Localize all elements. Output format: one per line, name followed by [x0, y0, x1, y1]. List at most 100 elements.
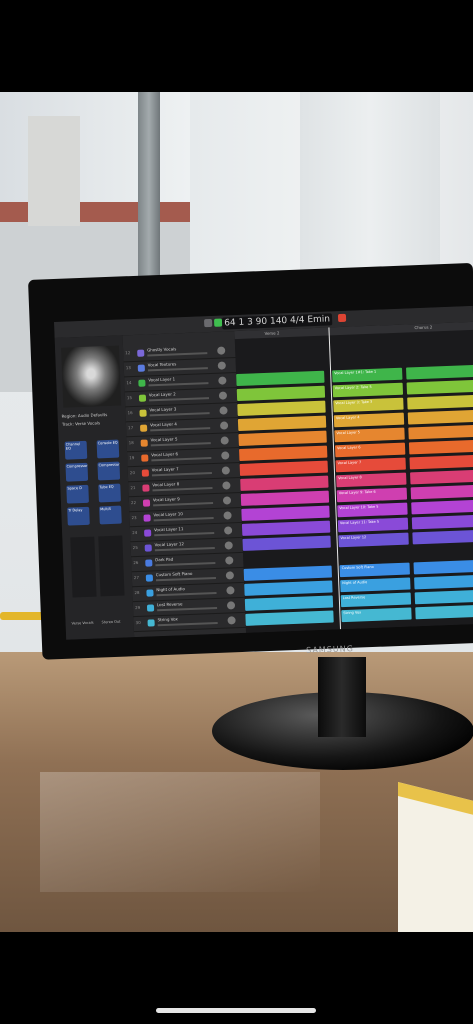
channel-strip-verse-vocals[interactable] — [70, 536, 97, 598]
plugin-slot[interactable]: Space D — [66, 484, 89, 504]
volume-fader[interactable] — [156, 591, 217, 597]
volume-fader[interactable] — [150, 442, 211, 447]
audio-region[interactable]: Lost Reverse — [340, 592, 412, 608]
volume-fader[interactable] — [155, 576, 216, 582]
volume-fader[interactable] — [154, 532, 215, 537]
audio-region[interactable]: Vocal Layer 9: Take 6 — [336, 487, 408, 503]
volume-fader[interactable] — [157, 621, 218, 627]
volume-fader[interactable] — [149, 397, 210, 402]
volume-fader[interactable] — [153, 517, 214, 522]
pan-knob[interactable] — [226, 586, 235, 595]
pan-knob[interactable] — [221, 451, 230, 460]
plugin-slot[interactable]: Channel EQ — [64, 440, 88, 460]
volume-fader[interactable] — [154, 546, 215, 552]
audio-region[interactable] — [237, 415, 327, 432]
plugin-slot[interactable]: Tube EQ — [98, 483, 121, 503]
pan-knob[interactable] — [219, 421, 229, 430]
audio-region[interactable] — [407, 394, 473, 410]
pan-knob[interactable] — [219, 406, 228, 415]
pan-knob[interactable] — [224, 541, 233, 550]
volume-fader[interactable] — [147, 367, 208, 372]
audio-region[interactable]: Custom Soft Piano — [339, 562, 410, 578]
volume-fader[interactable] — [152, 487, 213, 492]
channel-strip-stereo-out[interactable] — [98, 535, 125, 597]
pan-knob[interactable] — [227, 616, 236, 625]
pan-knob[interactable] — [223, 526, 233, 535]
audio-region[interactable] — [236, 385, 326, 402]
volume-fader[interactable] — [155, 561, 216, 567]
audio-region[interactable] — [413, 559, 473, 575]
plugin-slot[interactable]: Compressor — [97, 461, 121, 481]
volume-fader[interactable] — [147, 352, 208, 357]
audio-region[interactable] — [241, 520, 331, 536]
audio-region[interactable] — [244, 580, 333, 596]
volume-fader[interactable] — [151, 472, 212, 477]
volume-fader[interactable] — [153, 502, 214, 507]
audio-region[interactable] — [408, 439, 473, 455]
audio-region[interactable] — [242, 535, 331, 551]
audio-region[interactable] — [243, 565, 333, 581]
plugin-slot[interactable]: MultiS — [99, 505, 122, 525]
volume-fader[interactable] — [157, 606, 218, 612]
track-icon — [146, 604, 155, 612]
audio-region[interactable] — [406, 379, 473, 395]
pan-knob[interactable] — [223, 511, 232, 520]
audio-region[interactable] — [240, 490, 330, 506]
audio-region[interactable] — [408, 424, 473, 440]
track-row[interactable]: 30 String Vox — [133, 612, 246, 633]
volume-fader[interactable] — [151, 457, 212, 462]
pan-knob[interactable] — [218, 376, 227, 385]
pan-knob[interactable] — [226, 601, 236, 610]
audio-region[interactable] — [415, 604, 473, 620]
audio-region[interactable] — [414, 574, 473, 590]
audio-region[interactable] — [239, 460, 328, 476]
audio-region[interactable] — [411, 499, 473, 515]
rewind-icon[interactable] — [204, 318, 213, 328]
plugin-slot[interactable]: Tr Delay — [67, 506, 90, 526]
audio-region[interactable] — [244, 595, 334, 611]
audio-region[interactable]: Vocal Layer 2: Take 5 — [332, 382, 404, 398]
pan-knob[interactable] — [225, 556, 234, 565]
audio-region[interactable]: Vocal Layer 3: Take 3 — [333, 397, 404, 413]
audio-region[interactable] — [237, 400, 326, 417]
audio-region[interactable] — [409, 454, 473, 470]
record-icon[interactable] — [337, 313, 347, 323]
audio-region[interactable] — [410, 484, 473, 500]
audio-region[interactable] — [410, 469, 473, 485]
pan-knob[interactable] — [220, 436, 229, 445]
volume-fader[interactable] — [149, 412, 210, 417]
pan-knob[interactable] — [225, 571, 235, 580]
pan-knob[interactable] — [217, 361, 226, 370]
pan-knob[interactable] — [221, 466, 230, 475]
audio-region[interactable] — [414, 589, 473, 605]
audio-region[interactable] — [412, 529, 473, 545]
audio-region[interactable]: Vocal Layer 4 — [333, 412, 405, 428]
volume-fader[interactable] — [148, 382, 209, 387]
audio-region[interactable] — [240, 475, 329, 491]
audio-region[interactable]: Vocal Layer 8 — [336, 472, 407, 488]
audio-region[interactable]: Vocal Layer 6 — [334, 442, 406, 458]
audio-region[interactable]: Vocal Layer 7 — [335, 457, 406, 473]
audio-region[interactable] — [236, 370, 325, 387]
audio-region[interactable] — [407, 409, 473, 425]
audio-region[interactable]: Vocal Layer 5 — [334, 427, 405, 443]
audio-region[interactable]: Vocal Layer 10: Take 5 — [337, 502, 408, 518]
audio-region[interactable]: Vocal Layer 1#1: Take 1 — [332, 367, 403, 383]
pan-knob[interactable] — [222, 481, 231, 490]
audio-region[interactable]: Vocal Layer 11: Take 5 — [337, 517, 409, 533]
pan-knob[interactable] — [217, 346, 226, 355]
audio-region[interactable] — [406, 364, 473, 380]
plugin-slot[interactable]: Compressor — [65, 462, 89, 482]
plugin-slot[interactable]: Console EQ — [96, 439, 120, 459]
pan-knob[interactable] — [222, 496, 232, 505]
audio-region[interactable] — [411, 514, 473, 530]
audio-region[interactable] — [241, 505, 330, 521]
pan-knob[interactable] — [218, 391, 228, 400]
audio-region[interactable] — [245, 610, 334, 626]
volume-fader[interactable] — [150, 427, 211, 432]
audio-region[interactable] — [239, 445, 328, 461]
audio-region[interactable]: Vocal Layer 12 — [338, 532, 409, 548]
audio-region[interactable]: String Vox — [341, 607, 412, 623]
audio-region[interactable]: Night of Audio — [340, 577, 411, 593]
audio-region[interactable] — [238, 430, 327, 446]
